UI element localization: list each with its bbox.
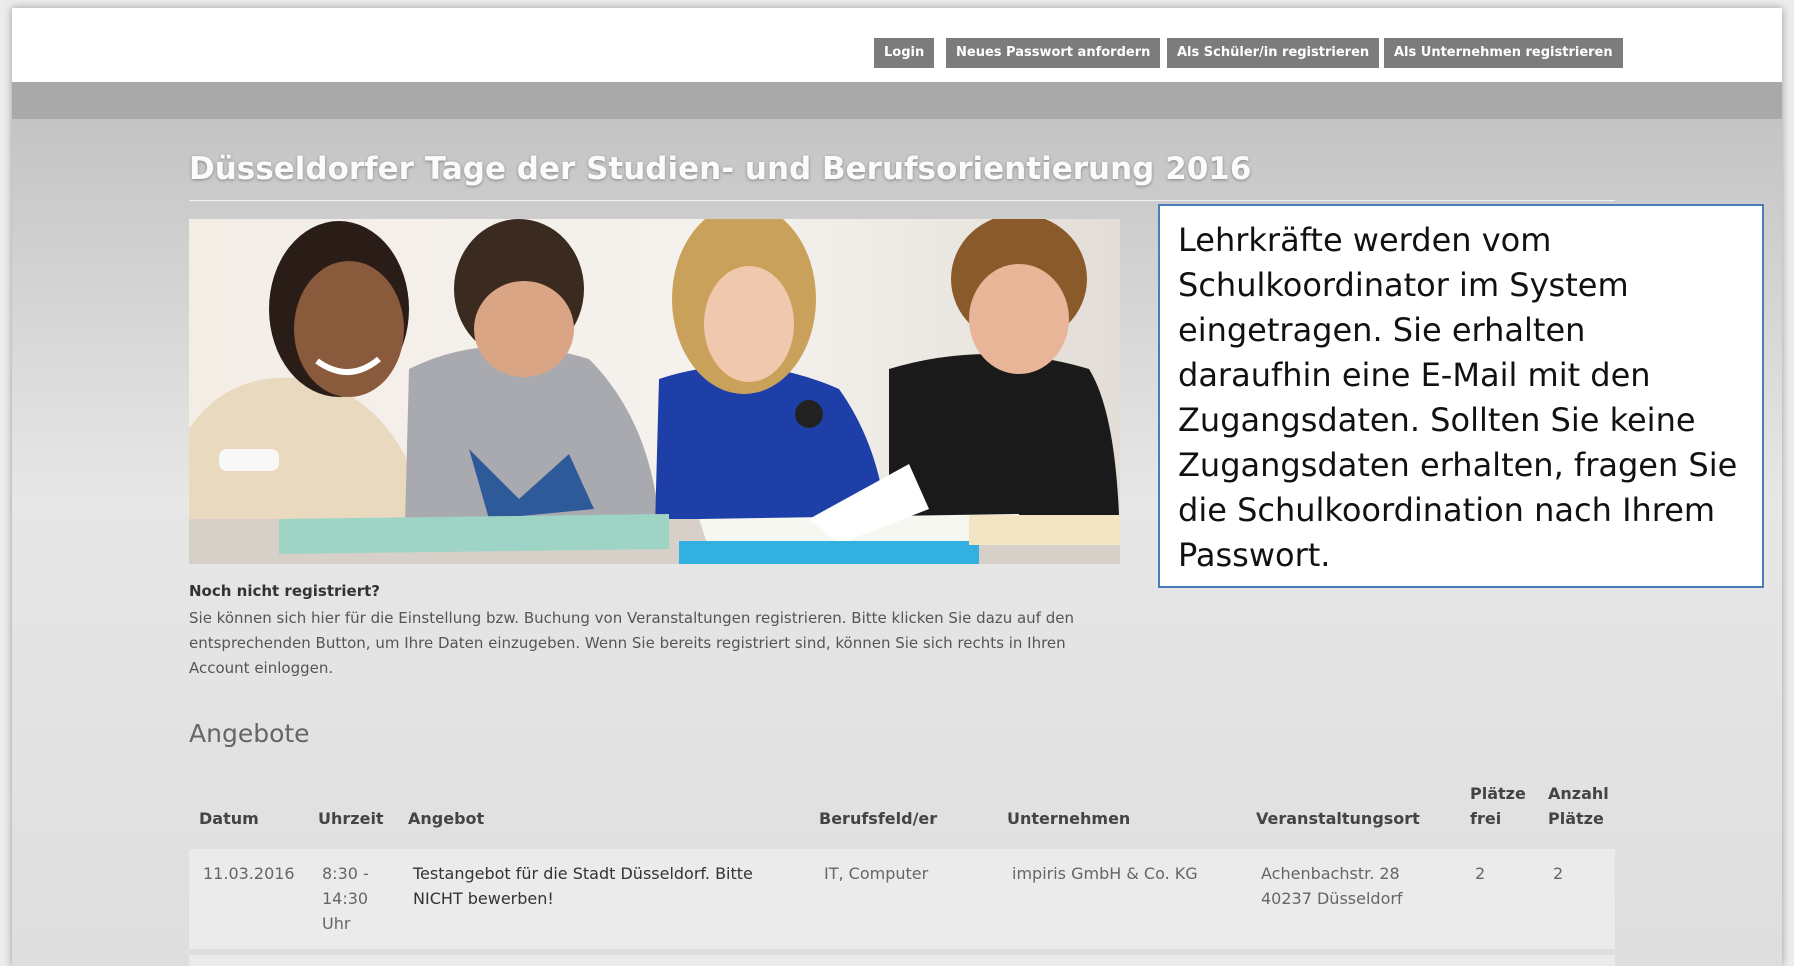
header-berufsfeld[interactable]: Berufsfeld/er <box>819 806 937 831</box>
title-divider <box>189 200 1615 201</box>
cell-unternehmen: impiris GmbH & Co. KG <box>1012 864 1198 883</box>
header-veranstaltungsort[interactable]: Veranstaltungsort <box>1256 806 1420 831</box>
cell-uhrzeit: 8:30 - 14:30 Uhr <box>322 864 369 933</box>
hero-image <box>189 219 1120 564</box>
register-company-button[interactable]: Als Unternehmen registrieren <box>1384 38 1623 68</box>
header-unternehmen[interactable]: Unternehmen <box>1007 806 1130 831</box>
header-angebot[interactable]: Angebot <box>408 806 484 831</box>
header-datum[interactable]: Datum <box>199 806 259 831</box>
registration-heading: Noch nicht registriert? <box>189 582 380 600</box>
cell-berufsfeld: IT, Computer <box>824 864 929 883</box>
header-anzahl-plaetze[interactable]: Anzahl Plätze <box>1548 781 1614 831</box>
cell-angebot[interactable]: Testangebot für die Stadt Düsseldorf. Bi… <box>413 861 783 911</box>
cell-plaetze-frei: 2 <box>1475 864 1486 883</box>
header-uhrzeit[interactable]: Uhrzeit <box>318 806 384 831</box>
top-navigation-bar: Login Neues Passwort anfordern Als Schül… <box>12 8 1782 82</box>
register-student-button[interactable]: Als Schüler/in registrieren <box>1167 38 1380 68</box>
request-password-button[interactable]: Neues Passwort anfordern <box>946 38 1161 68</box>
teacher-info-callout: Lehrkräfte werden vom Schulkoordinator i… <box>1158 204 1764 588</box>
cell-veranstaltungsort: Achenbachstr. 28 40237 Düsseldorf <box>1261 864 1403 908</box>
browser-page: Login Neues Passwort anfordern Als Schül… <box>12 8 1782 966</box>
header-plaetze-frei[interactable]: Plätze frei <box>1470 781 1530 831</box>
header-divider-bar <box>12 82 1782 119</box>
login-button[interactable]: Login <box>874 38 935 68</box>
registration-text: Sie können sich hier für die Einstellung… <box>189 609 1074 677</box>
table-row[interactable]: 11.03.2016 8:30 - 14:30 Uhr Testangebot … <box>189 849 1615 949</box>
students-reading-photo <box>189 219 1120 564</box>
cell-datum: 11.03.2016 <box>203 864 295 883</box>
offers-title: Angebote <box>189 719 310 748</box>
cell-anzahl-plaetze: 2 <box>1553 864 1564 883</box>
table-row[interactable] <box>189 955 1615 966</box>
page-title: Düsseldorfer Tage der Studien- und Beruf… <box>189 151 1252 187</box>
